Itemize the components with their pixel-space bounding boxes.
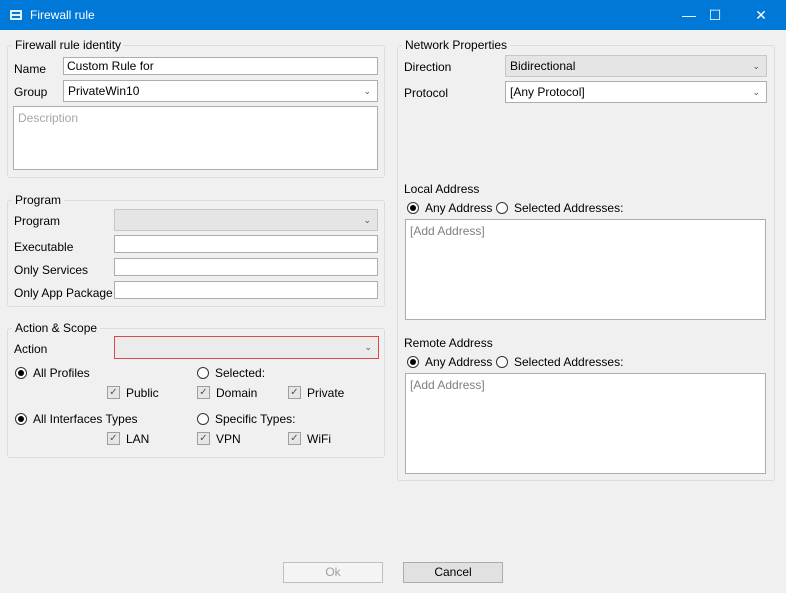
firewall-app-icon bbox=[10, 10, 22, 20]
program-label: Program bbox=[14, 214, 61, 228]
selected-profiles-radio[interactable] bbox=[197, 367, 209, 379]
all-interfaces-radio[interactable] bbox=[15, 413, 27, 425]
wifi-label: WiFi bbox=[307, 432, 331, 446]
protocol-label: Protocol bbox=[404, 86, 449, 100]
protocol-value: [Any Protocol] bbox=[510, 85, 585, 99]
direction-select[interactable]: Bidirectional ⌄ bbox=[505, 55, 767, 77]
group-value: PrivateWin10 bbox=[68, 84, 140, 98]
local-address-list[interactable]: [Add Address] bbox=[405, 219, 766, 320]
local-selected-label: Selected Addresses: bbox=[514, 201, 624, 215]
all-profiles-radio[interactable] bbox=[15, 367, 27, 379]
protocol-select[interactable]: [Any Protocol] ⌄ bbox=[505, 81, 767, 103]
title-bar: Firewall rule — ☐ ✕ bbox=[0, 0, 786, 30]
specific-types-radio[interactable] bbox=[197, 413, 209, 425]
executable-input[interactable] bbox=[114, 235, 378, 253]
remote-add-address[interactable]: [Add Address] bbox=[410, 378, 485, 392]
close-icon: ✕ bbox=[755, 7, 767, 23]
selected-profiles-label: Selected: bbox=[215, 366, 266, 380]
public-label: Public bbox=[126, 386, 159, 400]
ok-button[interactable]: Ok bbox=[283, 562, 383, 583]
local-address-title: Local Address bbox=[404, 182, 480, 196]
chevron-down-icon: ⌄ bbox=[363, 86, 371, 96]
group-select[interactable]: PrivateWin10 ⌄ bbox=[63, 80, 378, 102]
remote-any-radio[interactable] bbox=[407, 356, 419, 368]
local-selected-radio[interactable] bbox=[496, 202, 508, 214]
remote-address-list[interactable]: [Add Address] bbox=[405, 373, 766, 474]
window-title: Firewall rule bbox=[30, 8, 95, 22]
public-checkbox[interactable]: ✓ bbox=[107, 386, 120, 399]
all-interfaces-label: All Interfaces Types bbox=[33, 412, 138, 426]
description-placeholder: Description bbox=[18, 111, 79, 125]
remote-selected-radio[interactable] bbox=[496, 356, 508, 368]
action-label: Action bbox=[14, 342, 48, 356]
services-input[interactable] bbox=[114, 258, 378, 276]
remote-any-label: Any Address bbox=[425, 355, 493, 369]
program-legend: Program bbox=[12, 193, 65, 207]
group-label: Group bbox=[14, 85, 48, 99]
executable-label: Executable bbox=[14, 240, 74, 254]
private-checkbox[interactable]: ✓ bbox=[288, 386, 301, 399]
remote-address-title: Remote Address bbox=[404, 336, 493, 350]
network-legend: Network Properties bbox=[402, 38, 511, 52]
name-input[interactable]: Custom Rule for bbox=[63, 57, 378, 75]
all-profiles-label: All Profiles bbox=[33, 366, 90, 380]
specific-types-label: Specific Types: bbox=[215, 412, 296, 426]
cancel-button[interactable]: Cancel bbox=[403, 562, 503, 583]
domain-checkbox[interactable]: ✓ bbox=[197, 386, 210, 399]
private-label: Private bbox=[307, 386, 345, 400]
close-button[interactable]: ✕ bbox=[738, 0, 784, 30]
name-label: Name bbox=[14, 62, 47, 76]
action-select[interactable]: ⌄ bbox=[114, 336, 379, 359]
direction-label: Direction bbox=[404, 60, 452, 74]
chevron-down-icon: ⌄ bbox=[364, 342, 372, 352]
local-any-label: Any Address bbox=[425, 201, 493, 215]
app-package-input[interactable] bbox=[114, 281, 378, 299]
action-scope-legend: Action & Scope bbox=[12, 321, 101, 335]
maximize-icon: ☐ bbox=[708, 7, 722, 23]
remote-selected-label: Selected Addresses: bbox=[514, 355, 624, 369]
chevron-down-icon: ⌄ bbox=[363, 215, 371, 225]
direction-value: Bidirectional bbox=[510, 59, 576, 73]
domain-label: Domain bbox=[216, 386, 258, 400]
local-add-address[interactable]: [Add Address] bbox=[410, 224, 485, 238]
maximize-button[interactable]: ☐ bbox=[692, 0, 738, 30]
vpn-label: VPN bbox=[216, 432, 241, 446]
lan-label: LAN bbox=[126, 432, 150, 446]
services-label: Only Services bbox=[14, 263, 89, 277]
identity-legend: Firewall rule identity bbox=[12, 38, 125, 52]
local-any-radio[interactable] bbox=[407, 202, 419, 214]
app-package-label: Only App Package bbox=[14, 286, 113, 300]
lan-checkbox[interactable]: ✓ bbox=[107, 432, 120, 445]
chevron-down-icon: ⌄ bbox=[752, 61, 760, 71]
description-textarea[interactable]: Description bbox=[13, 106, 378, 170]
program-select[interactable]: ⌄ bbox=[114, 209, 378, 231]
chevron-down-icon: ⌄ bbox=[752, 87, 760, 97]
wifi-checkbox[interactable]: ✓ bbox=[288, 432, 301, 445]
vpn-checkbox[interactable]: ✓ bbox=[197, 432, 210, 445]
